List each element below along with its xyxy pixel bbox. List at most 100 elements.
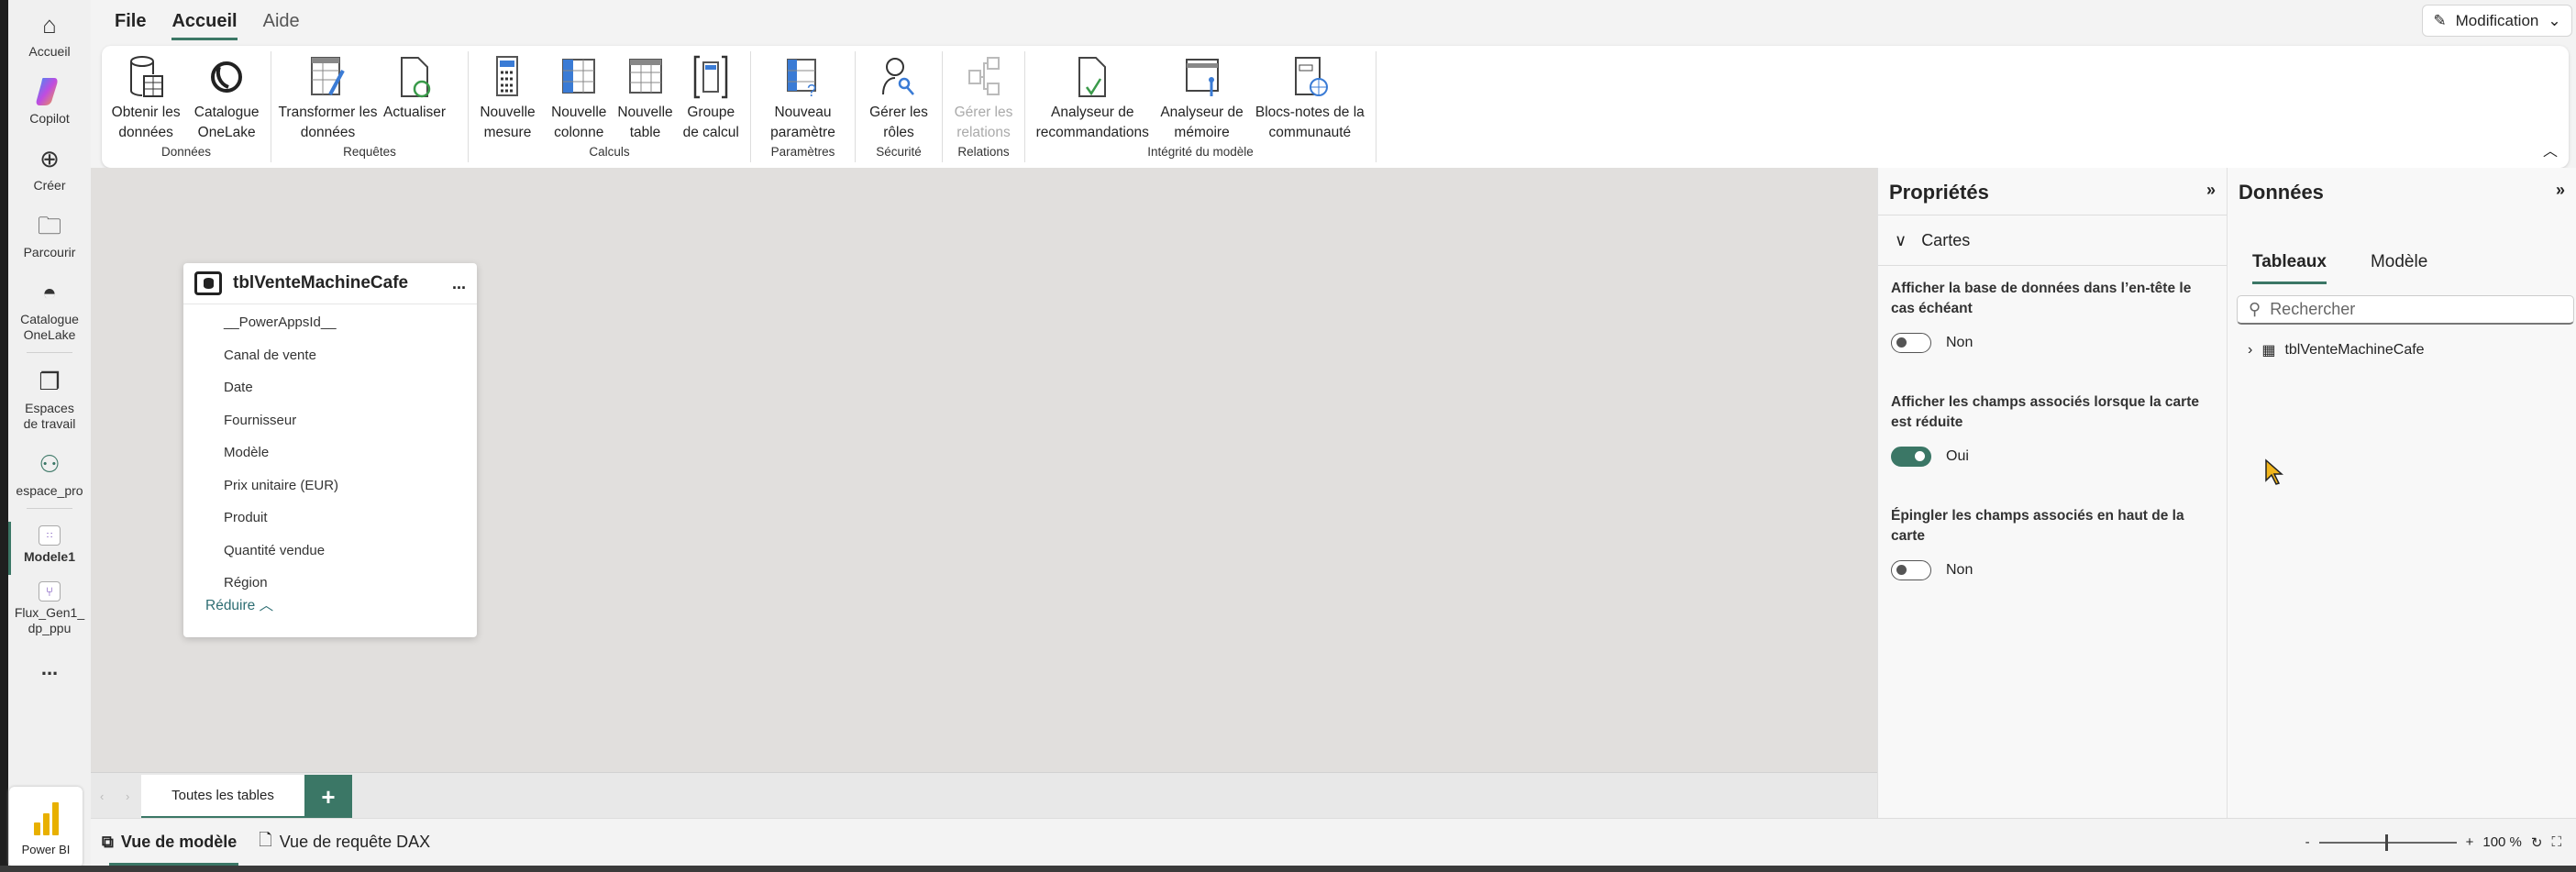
calc-group-icon (691, 53, 731, 101)
field-item[interactable]: Canal de vente (183, 339, 477, 372)
collapse-pane-icon[interactable]: » (2556, 181, 2565, 203)
memory-analyzer-button[interactable]: Analyseur de mémoire (1155, 51, 1247, 145)
nav-copilot[interactable]: Copilot (8, 76, 91, 127)
power-bi-switcher[interactable]: Power BI (9, 787, 83, 867)
new-parameter-button[interactable]: ? Nouveau paramètre (755, 51, 851, 145)
home-icon: ⌂ (42, 10, 57, 39)
get-data-button[interactable]: Obtenir les données (105, 51, 186, 145)
field-item[interactable]: Produit (183, 502, 477, 535)
nav-home[interactable]: ⌂ Accueil (8, 9, 91, 60)
tab-all-tables[interactable]: Toutes les tables (141, 775, 304, 819)
plus-circle-icon: ⊕ (39, 144, 60, 172)
more-options-button[interactable]: ... (452, 274, 466, 293)
property-option: Afficher les champs associés lorsque la … (1878, 380, 2227, 468)
field-item[interactable]: Prix unitaire (EUR) (183, 469, 477, 502)
zoom-in-button[interactable]: + (2466, 834, 2474, 850)
workspaces-icon: ❐ (39, 367, 61, 395)
column-icon (558, 53, 599, 101)
group-calculs: Nouvelle mesure Nouvelle colonne Nouvell… (469, 51, 751, 162)
collapse-pane-icon[interactable]: » (2206, 181, 2216, 202)
memory-icon (1182, 53, 1222, 101)
chevron-down-icon: ⌄ (2548, 11, 2561, 29)
field-item[interactable]: Modèle (183, 436, 477, 469)
background-strip (0, 866, 2576, 872)
nav-workspaces[interactable]: ❐ Espaces de travail (8, 366, 91, 432)
field-item[interactable]: Quantité vendue (183, 535, 477, 568)
table-db-icon (194, 271, 222, 295)
chevron-right-icon: › (2248, 342, 2253, 358)
fit-to-screen-icon[interactable]: ⛶ (2551, 834, 2561, 850)
field-list: __PowerAppsId__ Canal de vente Date Fournis… (183, 304, 477, 600)
properties-title: Propriétés (1889, 181, 1989, 204)
pencil-icon: ✎ (2433, 11, 2447, 29)
table-tree-item[interactable]: › ▦ tblVenteMachineCafe (2228, 325, 2576, 359)
field-item[interactable]: Fournisseur (183, 404, 477, 437)
property-option: Épingler les champs associés en haut de … (1878, 493, 2227, 581)
tab-tableaux[interactable]: Tableaux (2252, 252, 2327, 284)
new-measure-button[interactable]: Nouvelle mesure (472, 51, 543, 145)
ribbon-tabs: File Accueil Aide (102, 0, 313, 46)
section-cartes[interactable]: ∨ Cartes (1878, 215, 2227, 266)
nav-modele1[interactable]: ∷ Modele1 (8, 522, 91, 575)
group-donnees: Obtenir les données Catalogue OneLake Do… (102, 51, 271, 162)
user-key-icon (879, 53, 919, 101)
nav-browse[interactable]: 🗀 Parcourir (8, 210, 91, 260)
nav-dataflow[interactable]: ⑂ Flux_Gen1_dp_ppu (8, 581, 91, 636)
group-parametres: ? Nouveau paramètre Paramètres (751, 51, 856, 162)
new-table-button[interactable]: Nouvelle table (615, 51, 676, 145)
tab-model-view[interactable]: ⧉ Vue de modèle (91, 819, 248, 866)
nav-more-button[interactable]: ... (8, 658, 91, 679)
tab-file[interactable]: File (102, 0, 159, 46)
nav-espace-pro[interactable]: ⚇ espace_pro (8, 448, 91, 499)
collapse-card-button[interactable]: Réduire ︿ (183, 594, 477, 614)
transform-data-button[interactable]: Transformer les données (275, 51, 381, 145)
tab-accueil[interactable]: Accueil (159, 0, 249, 46)
onelake-catalog-button[interactable]: Catalogue OneLake (186, 51, 267, 145)
power-bi-logo (33, 799, 59, 835)
tab-aide[interactable]: Aide (250, 0, 313, 46)
tab-modele[interactable]: Modèle (2371, 252, 2427, 284)
scroll-tabs-arrows[interactable]: ‹ › (100, 789, 138, 803)
model-view-icon: ⧉ (102, 833, 114, 851)
zoom-slider[interactable] (2318, 833, 2457, 851)
group-icon: ⚇ (39, 449, 61, 478)
manage-relations-button[interactable]: Gérer les relations (946, 51, 1021, 145)
group-securite: Gérer les rôles Sécurité (856, 51, 943, 162)
semantic-model-icon: ∷ (39, 525, 61, 546)
group-relations: Gérer les relations Relations (943, 51, 1025, 162)
toggle-value: Non (1946, 335, 1973, 350)
toggle-switch[interactable] (1891, 333, 1931, 353)
notebook-globe-icon (1289, 53, 1330, 101)
chevron-up-icon: ︿ (259, 597, 274, 613)
nav-onelake[interactable]: ◓ Catalogue OneLake (8, 277, 91, 343)
community-notebooks-button[interactable]: Blocs-notes de la communauté (1248, 51, 1372, 145)
calc-group-button[interactable]: Groupe de calcul (675, 51, 746, 145)
add-layout-button[interactable]: + (304, 775, 352, 819)
dax-icon: 🗋 (259, 830, 272, 849)
properties-pane: Propriétés » ∨ Cartes Afficher la base de … (1877, 168, 2228, 818)
best-practice-analyzer-button[interactable]: Analyseur de recommandations (1029, 51, 1155, 145)
search-input[interactable]: ⚲ Rechercher (2237, 295, 2574, 325)
tab-dax-query-view[interactable]: 🗋 Vue de requête DAX (248, 819, 441, 866)
toggle-value: Oui (1946, 448, 1969, 464)
table-card[interactable]: tblVenteMachineCafe ... __PowerAppsId__ C… (183, 263, 477, 637)
zoom-out-button[interactable]: - (2305, 834, 2310, 850)
collapse-ribbon-icon[interactable]: ︿ (2543, 138, 2558, 160)
database-icon (126, 53, 166, 101)
new-column-button[interactable]: Nouvelle colonne (543, 51, 615, 145)
option-label: Épingler les champs associés en haut de … (1891, 508, 2184, 544)
refresh-button[interactable]: Actualiser (381, 51, 448, 145)
reset-zoom-icon[interactable]: ↻ (2531, 834, 2543, 851)
parameter-icon: ? (783, 53, 824, 101)
mouse-cursor-icon (2265, 458, 2283, 485)
group-integrite: Analyseur de recommandations Analyseur d… (1025, 51, 1376, 162)
table-card-title: tblVenteMachineCafe (233, 273, 409, 293)
field-item[interactable]: Date (183, 371, 477, 404)
folder-icon: 🗀 (37, 211, 61, 239)
toggle-switch[interactable] (1891, 560, 1931, 580)
mode-dropdown[interactable]: ✎ Modification ⌄ (2422, 5, 2572, 37)
manage-roles-button[interactable]: Gérer les rôles (859, 51, 938, 145)
toggle-switch[interactable] (1891, 447, 1931, 467)
nav-create[interactable]: ⊕ Créer (8, 143, 91, 193)
field-item[interactable]: __PowerAppsId__ (183, 306, 477, 339)
